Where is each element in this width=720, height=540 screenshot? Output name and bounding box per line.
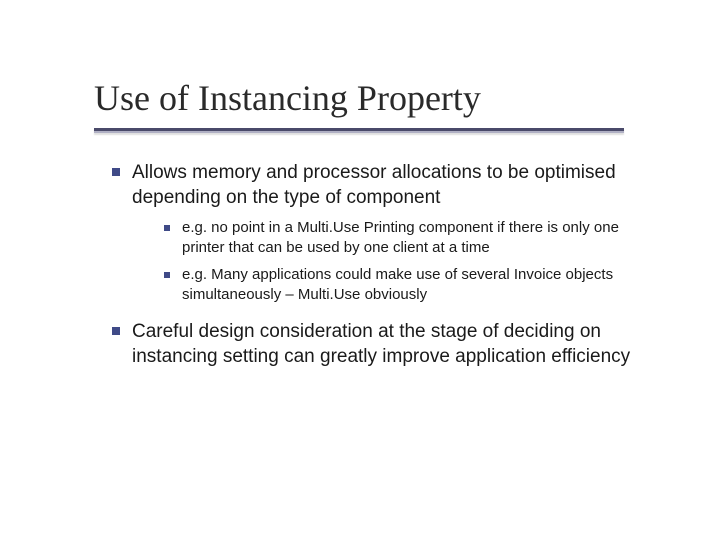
bullet-level2: e.g. no point in a Multi.Use Printing co…	[164, 218, 660, 259]
title-area: Use of Instancing Property	[94, 80, 660, 118]
bullet-level1: Allows memory and processor allocations …	[112, 160, 660, 210]
bullet-icon	[112, 327, 120, 335]
bullet-icon	[112, 168, 120, 176]
sub-bullet-group: e.g. no point in a Multi.Use Printing co…	[94, 218, 660, 305]
slide-body: Allows memory and processor allocations …	[94, 160, 660, 377]
bullet-icon	[164, 225, 170, 231]
bullet-level2: e.g. Many applications could make use of…	[164, 265, 660, 306]
bullet-text: e.g. no point in a Multi.Use Printing co…	[182, 218, 660, 259]
title-underline	[94, 128, 624, 133]
bullet-text: Careful design consideration at the stag…	[132, 319, 660, 369]
bullet-text: Allows memory and processor allocations …	[132, 160, 660, 210]
slide: Use of Instancing Property Allows memory…	[0, 0, 720, 540]
bullet-level1: Careful design consideration at the stag…	[112, 319, 660, 369]
slide-title: Use of Instancing Property	[94, 80, 660, 118]
bullet-text: e.g. Many applications could make use of…	[182, 265, 660, 306]
bullet-icon	[164, 272, 170, 278]
